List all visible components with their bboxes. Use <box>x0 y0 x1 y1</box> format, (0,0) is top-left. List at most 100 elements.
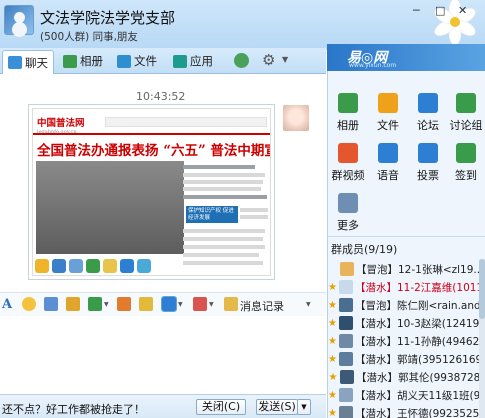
image-icon[interactable] <box>88 297 102 311</box>
ad-url: www.yixun.com <box>349 62 397 69</box>
maximize-icon[interactable]: □ <box>435 4 445 17</box>
message-bubble[interactable]: 中国普法网 legalinfo.gov.cn 全国普法办通报表扬 “六五” 普法… <box>28 104 275 280</box>
member-tag: 【潜水】 <box>354 281 397 294</box>
more-tools-icon[interactable] <box>193 297 207 311</box>
avatar <box>338 280 353 294</box>
app-file[interactable]: 文件 <box>368 93 408 133</box>
chevron-down-icon[interactable]: ▼ <box>104 301 109 308</box>
member-row[interactable]: 【冒泡】 12-1张琳<zl19... <box>328 260 485 278</box>
site-text-line <box>183 173 265 177</box>
send-options-button[interactable]: ▼ <box>297 399 311 415</box>
app-voice-label: 语音 <box>377 169 399 182</box>
member-row[interactable]: ★ 【潜水】 11-1孙静(494622... <box>328 332 485 350</box>
sender-avatar[interactable] <box>283 105 309 131</box>
member-row[interactable]: ★ 【潜水】 郭其伦(9938728) <box>328 368 485 386</box>
music-icon[interactable] <box>117 297 131 311</box>
taskbar-icons <box>35 259 151 273</box>
star-icon: ★ <box>328 371 338 383</box>
chevron-down-icon[interactable]: ▼ <box>209 301 214 308</box>
input-toolbar: A ▼ ▼ ▼ 消息记录 ▼ <box>0 292 326 316</box>
member-name: 11-2江嘉维(1011... <box>396 281 485 294</box>
shake-icon[interactable] <box>44 297 58 311</box>
avatar <box>338 334 353 348</box>
emoji-icon[interactable] <box>22 297 36 311</box>
add-member-icon[interactable] <box>234 53 249 68</box>
member-name: 陈仁刚<rain.and.... <box>396 299 485 312</box>
promo-text[interactable]: 还不点？好工作都被抢走了！ <box>2 401 145 417</box>
tab-apps[interactable]: 应用 <box>168 50 218 72</box>
taskbar-icon <box>137 259 151 273</box>
avatar <box>338 352 353 366</box>
message-timestamp: 10:43:52 <box>136 90 186 103</box>
app-vote[interactable]: 投票 <box>408 143 448 183</box>
chevron-down-icon[interactable]: ▼ <box>282 55 288 64</box>
scrollbar-thumb[interactable] <box>479 259 485 319</box>
send-button[interactable]: 发送(S) <box>256 399 298 415</box>
more-icon <box>338 193 358 213</box>
member-row[interactable]: ★ 【潜水】 王怀德(99235250) <box>328 404 485 418</box>
site-photo <box>36 161 184 254</box>
app-checkin[interactable]: 签到 <box>446 143 485 183</box>
gear-icon[interactable]: ⚙ <box>262 51 275 69</box>
gift-icon[interactable] <box>139 297 153 311</box>
tab-file[interactable]: 文件 <box>112 50 162 72</box>
tab-album[interactable]: 相册 <box>58 50 108 72</box>
bottom-bar: 还不点？好工作都被抢走了！ 关闭(C) 发送(S) ▼ <box>0 394 326 418</box>
ink-icon[interactable] <box>66 297 80 311</box>
app-checkin-label: 签到 <box>455 169 477 182</box>
tab-apps-label: 应用 <box>190 54 213 68</box>
chat-history[interactable]: 10:43:52 中国普法网 legalinfo.gov.cn 全国普法办通报表… <box>0 75 326 292</box>
app-discussion[interactable]: 讨论组 <box>446 93 485 133</box>
group-avatar[interactable] <box>4 5 34 35</box>
taskbar-icon <box>69 259 83 273</box>
avatar <box>340 262 354 276</box>
minimize-icon[interactable]: ─ <box>413 4 420 17</box>
site-text-line <box>183 229 265 233</box>
font-icon[interactable]: A <box>2 297 16 312</box>
app-vote-label: 投票 <box>417 169 439 182</box>
message-history-button[interactable]: 消息记录 <box>240 298 284 314</box>
album-icon <box>63 54 77 68</box>
member-name: 郭靖(395126169) <box>396 353 485 366</box>
message-input[interactable] <box>0 316 326 394</box>
member-row[interactable]: ★ 【潜水】 胡义天11级1班(9... <box>328 386 485 404</box>
site-text-line <box>183 165 255 169</box>
app-voice[interactable]: 语音 <box>368 143 408 183</box>
app-group-video-label: 群视频 <box>331 169 365 182</box>
avatar <box>338 298 353 312</box>
close-window-icon[interactable]: ✕ <box>458 4 467 17</box>
app-album[interactable]: 相册 <box>328 93 368 133</box>
site-nav-bar <box>105 117 267 127</box>
app-more[interactable]: 更多 <box>328 193 368 233</box>
group-subtitle: (500人群) 同事,朋友 <box>40 31 138 43</box>
chevron-down-icon[interactable]: ▼ <box>178 301 183 308</box>
site-red-divider <box>33 133 270 135</box>
member-row[interactable]: ★ 【潜水】 10-3赵梁(124197... <box>328 314 485 332</box>
members-scrollbar[interactable] <box>479 259 485 418</box>
member-row[interactable]: ★ 【潜水】 11-2江嘉维(1011... <box>328 278 485 296</box>
voice-icon <box>378 143 398 163</box>
site-text-line <box>183 245 265 249</box>
ad-banner[interactable]: 易◎网 www.yixun.com <box>327 44 485 71</box>
taskbar-icon <box>52 259 66 273</box>
tab-album-label: 相册 <box>80 54 103 68</box>
app-forum[interactable]: 论坛 <box>408 93 448 133</box>
tab-chat[interactable]: 聊天 <box>2 50 54 74</box>
member-row[interactable]: ★ 【潜水】 郭靖(395126169) <box>328 350 485 368</box>
site-text-line <box>183 261 263 265</box>
history-icon[interactable] <box>224 297 238 311</box>
app-group-video[interactable]: 群视频 <box>328 143 368 183</box>
taskbar-icon <box>103 259 117 273</box>
checkin-icon <box>456 143 476 163</box>
close-button[interactable]: 关闭(C) <box>196 399 246 415</box>
shared-screenshot-image[interactable]: 中国普法网 legalinfo.gov.cn 全国普法办通报表扬 “六五” 普法… <box>32 108 271 276</box>
chevron-down-icon[interactable]: ▼ <box>306 301 311 308</box>
member-tag: 【潜水】 <box>354 335 397 348</box>
app-forum-label: 论坛 <box>417 119 439 132</box>
member-tag: 【潜水】 <box>356 371 398 384</box>
star-icon: ★ <box>328 299 337 311</box>
apps-icon <box>173 54 187 68</box>
screenshot-icon[interactable] <box>161 296 177 312</box>
album-icon <box>338 93 358 113</box>
member-row[interactable]: ★ 【冒泡】 陈仁刚<rain.and.... <box>328 296 485 314</box>
